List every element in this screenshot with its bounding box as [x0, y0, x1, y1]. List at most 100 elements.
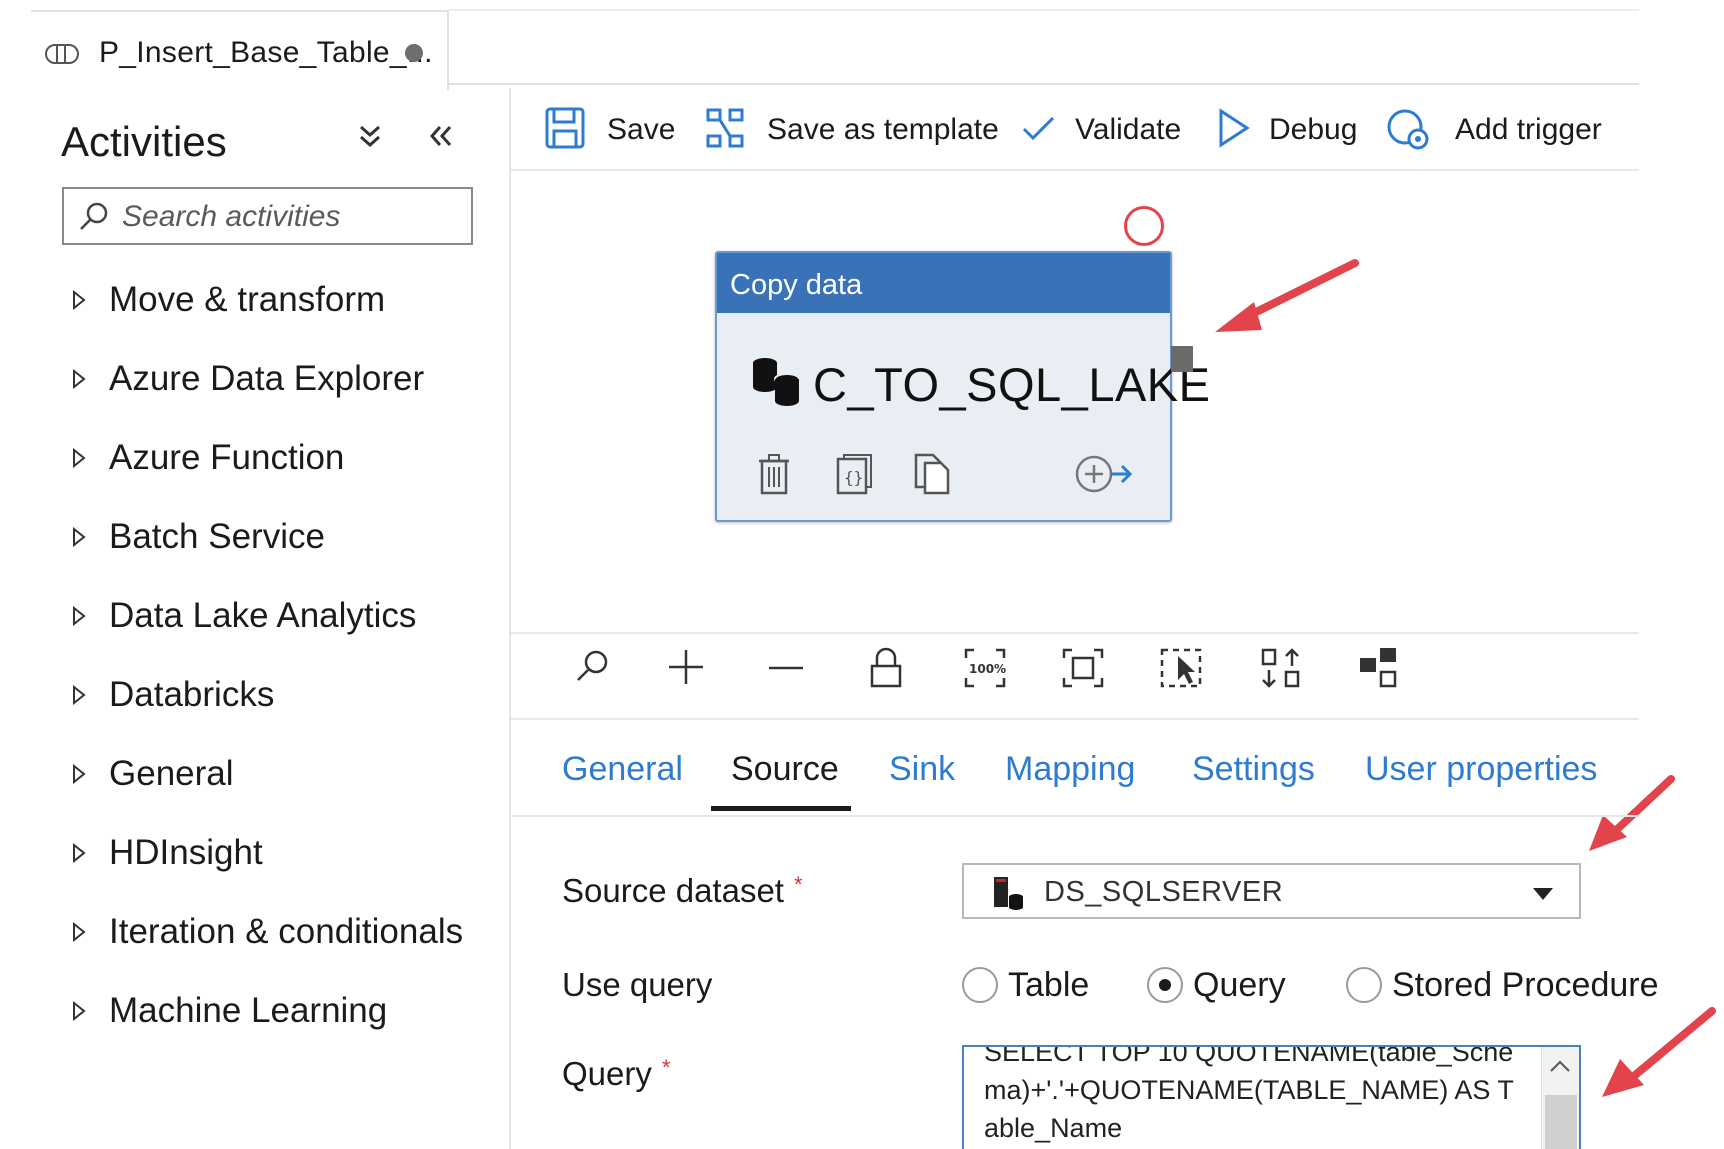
activity-category-list: Move & transform Azure Data Explorer Azu… [66, 260, 486, 1050]
expand-caret-icon [72, 1000, 86, 1026]
fit-to-screen-icon[interactable] [1062, 646, 1104, 695]
source-dataset-dropdown[interactable]: DS_SQLSERVER [962, 863, 1581, 919]
zoom-100-icon[interactable]: 100% [964, 646, 1006, 695]
chevron-down-icon [1532, 887, 1554, 906]
svg-text:100%: 100% [969, 662, 1006, 676]
layout-icon[interactable] [1358, 646, 1400, 695]
top-border [449, 9, 1639, 11]
expand-caret-icon [72, 368, 86, 394]
source-dataset-value: DS_SQLSERVER [1044, 876, 1284, 908]
svg-text:{}: {} [844, 468, 863, 487]
checkmark-icon [1022, 116, 1055, 141]
activity-name: C_TO_SQL_LAKE [813, 358, 1211, 411]
scrollbar-thumb[interactable] [1545, 1095, 1577, 1149]
delete-icon[interactable] [757, 453, 791, 500]
expand-caret-icon [72, 289, 86, 315]
tab-settings[interactable]: Settings [1192, 750, 1315, 789]
tabs-divider [511, 815, 1639, 817]
tab-general[interactable]: General [562, 750, 683, 789]
expand-caret-icon [72, 447, 86, 473]
query-editor[interactable]: SELECT TOP 10 QUOTENAME(table_Schema)+'.… [962, 1045, 1581, 1149]
expand-caret-icon [72, 684, 86, 710]
radio-table-label: Table [1008, 966, 1090, 1004]
query-scrollbar[interactable] [1541, 1047, 1579, 1149]
radio-query-label: Query [1193, 966, 1286, 1004]
debug-label: Debug [1269, 113, 1358, 146]
search-activities-input[interactable] [122, 197, 462, 237]
lock-icon[interactable] [866, 646, 906, 695]
tab-mapping[interactable]: Mapping [1005, 750, 1135, 789]
query-text[interactable]: SELECT TOP 10 QUOTENAME(table_Schema)+'.… [984, 1047, 1514, 1147]
select-icon[interactable] [1160, 646, 1202, 695]
pipeline-tab[interactable]: P_Insert_Base_Table_... [31, 10, 449, 90]
validate-label: Validate [1075, 113, 1182, 146]
tab-source[interactable]: Source [731, 750, 839, 789]
category-azure-data-explorer[interactable]: Azure Data Explorer [66, 339, 486, 418]
activity-type-label: Copy data [730, 269, 863, 301]
category-label: Move & transform [109, 280, 386, 319]
radio-circle-selected [1147, 967, 1183, 1003]
category-hdinsight[interactable]: HDInsight [66, 813, 486, 892]
save-icon [545, 107, 585, 149]
annotation-arrow-query [1602, 1007, 1716, 1097]
query-label-text: Query [562, 1055, 652, 1092]
clone-icon[interactable] [913, 453, 951, 500]
pipeline-icon [45, 44, 79, 69]
category-move-transform[interactable]: Move & transform [66, 260, 486, 339]
search-icon [78, 201, 110, 238]
canvas-divider [511, 632, 1639, 634]
auto-align-icon[interactable] [1260, 646, 1302, 695]
expand-caret-icon [72, 921, 86, 947]
tab-sink[interactable]: Sink [889, 750, 955, 789]
search-icon[interactable] [572, 646, 612, 695]
category-label: General [109, 754, 234, 793]
expand-caret-icon [72, 763, 86, 789]
collapse-all-icon[interactable] [358, 124, 382, 155]
pipeline-tab-title: P_Insert_Base_Table_... [99, 36, 433, 69]
category-iteration-conditionals[interactable]: Iteration & conditionals [66, 892, 486, 971]
toolbar-divider [511, 169, 1639, 171]
annotation-arrow-activity [1215, 259, 1359, 332]
category-label: Batch Service [109, 517, 325, 556]
category-label: Azure Function [109, 438, 345, 477]
category-label: Iteration & conditionals [109, 912, 464, 951]
search-activities-box[interactable] [62, 187, 473, 245]
query-label: Query * [562, 1055, 670, 1093]
category-label: Machine Learning [109, 991, 388, 1030]
activities-title: Activities [61, 118, 227, 165]
tools-divider [511, 718, 1639, 720]
sql-server-icon [992, 875, 1026, 916]
tab-user-properties[interactable]: User properties [1365, 750, 1597, 789]
chevron-up-icon[interactable] [1549, 1059, 1571, 1078]
zoom-in-icon[interactable] [666, 646, 706, 695]
category-label: Databricks [109, 675, 275, 714]
activity-header: Copy data [717, 253, 1170, 313]
copy-data-activity[interactable]: Copy data C_TO_SQL_LAKE {} [715, 251, 1210, 522]
radio-circle [962, 967, 998, 1003]
radio-stored-procedure-label: Stored Procedure [1392, 966, 1659, 1004]
view-code-icon[interactable]: {} [835, 453, 873, 500]
zoom-out-icon[interactable] [766, 646, 806, 695]
category-label: HDInsight [109, 833, 263, 872]
play-icon [1219, 108, 1250, 148]
template-icon [706, 108, 744, 148]
source-dataset-label-text: Source dataset [562, 872, 784, 909]
use-query-label: Use query [562, 966, 713, 1003]
add-output-icon[interactable] [1074, 453, 1134, 500]
category-data-lake-analytics[interactable]: Data Lake Analytics [66, 576, 486, 655]
category-general[interactable]: General [66, 734, 486, 813]
category-databricks[interactable]: Databricks [66, 655, 486, 734]
unsaved-changes-dot [405, 44, 423, 62]
expand-caret-icon [72, 842, 86, 868]
database-icon [750, 355, 802, 412]
output-connector[interactable] [1171, 346, 1193, 372]
tabstrip-divider [449, 83, 1639, 85]
validation-indicator [1124, 206, 1164, 246]
category-batch-service[interactable]: Batch Service [66, 497, 486, 576]
category-azure-function[interactable]: Azure Function [66, 418, 486, 497]
source-dataset-label: Source dataset * [562, 872, 803, 910]
category-machine-learning[interactable]: Machine Learning [66, 971, 486, 1050]
collapse-panel-icon[interactable] [428, 124, 454, 153]
category-label: Azure Data Explorer [109, 359, 425, 398]
add-trigger-label: Add trigger [1455, 113, 1602, 146]
